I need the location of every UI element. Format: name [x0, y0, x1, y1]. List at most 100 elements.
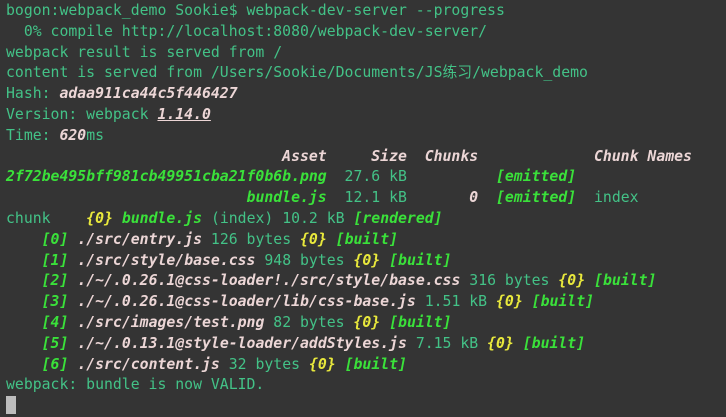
text-segment: adaa911ca44c5f446427	[59, 85, 237, 102]
text-segment: 7.15 kB	[407, 335, 487, 352]
text-segment: [2]	[42, 272, 69, 289]
terminal-output: bogon:webpack_demo Sookie$ webpack-dev-s…	[6, 1, 726, 417]
text-segment: [built]	[532, 293, 594, 310]
hash-line: Hash: adaa911ca44c5f446427	[6, 84, 726, 105]
text-segment: 12.1 kB	[327, 189, 470, 206]
text-segment: ./src/content.js	[77, 356, 220, 373]
table-header-line: Asset Size Chunks Chunk Names	[6, 147, 726, 168]
text-segment: [built]	[389, 252, 451, 269]
text-segment	[6, 293, 42, 310]
text-segment: ./src/images/test.png	[77, 314, 264, 331]
text-segment: [6]	[42, 356, 69, 373]
asset-row-bundle: bundle.js 12.1 kB 0 [emitted] index	[6, 188, 726, 209]
text-segment	[380, 252, 389, 269]
text-segment	[68, 314, 77, 331]
text-segment: webpack: bundle is now VALID.	[6, 376, 264, 393]
module-row-6: [6] ./src/content.js 32 bytes {0} [built…	[6, 355, 726, 376]
text-segment: {0}	[86, 210, 113, 227]
content-served-line: content is served from /Users/Sookie/Doc…	[6, 63, 726, 84]
text-segment	[478, 189, 496, 206]
prompt-command-line: bogon:webpack_demo Sookie$ webpack-dev-s…	[6, 1, 726, 22]
text-segment	[6, 189, 247, 206]
module-row-2: [2] ./~/.0.26.1@css-loader!./src/style/b…	[6, 271, 726, 292]
text-segment: [built]	[336, 231, 398, 248]
block-cursor	[6, 396, 16, 414]
text-segment: [1]	[42, 252, 69, 269]
asset-row-png: 2f72be495bff981cb49951cba21f0b6b.png 27.…	[6, 167, 726, 188]
text-segment	[68, 231, 77, 248]
version-line: Version: webpack 1.14.0	[6, 105, 726, 126]
module-row-3: [3] ./~/.0.26.1@css-loader/lib/css-base.…	[6, 292, 726, 313]
progress-line: 0% compile http://localhost:8080/webpack…	[6, 22, 726, 43]
text-segment: ./src/style/base.css	[77, 252, 255, 269]
text-segment	[68, 335, 77, 352]
text-segment	[6, 272, 42, 289]
text-segment: [built]	[345, 356, 407, 373]
text-segment: ./src/entry.js	[77, 231, 202, 248]
text-segment: [emitted]	[496, 168, 576, 185]
text-segment: {0}	[496, 293, 523, 310]
text-segment: {0}	[487, 335, 514, 352]
cursor-line	[6, 396, 726, 417]
text-segment: bundle.js	[247, 189, 327, 206]
text-segment	[6, 356, 42, 373]
text-segment: content is served from /Users/Sookie/Doc…	[6, 64, 588, 81]
text-segment	[68, 252, 77, 269]
module-row-0: [0] ./src/entry.js 126 bytes {0} [built]	[6, 230, 726, 251]
text-segment	[68, 272, 77, 289]
text-segment: 32 bytes	[220, 356, 309, 373]
text-segment: 948 bytes	[255, 252, 353, 269]
text-segment: Hash:	[6, 85, 59, 102]
chunk-line: chunk {0} bundle.js (index) 10.2 kB [ren…	[6, 209, 726, 230]
text-segment: {0}	[558, 272, 585, 289]
text-segment: ./~/.0.26.1@css-loader!./src/style/base.…	[77, 272, 460, 289]
text-segment: [rendered]	[353, 210, 442, 227]
text-segment	[514, 335, 523, 352]
text-segment: index	[576, 189, 638, 206]
text-segment	[327, 231, 336, 248]
text-segment	[380, 314, 389, 331]
text-segment	[336, 356, 345, 373]
text-segment	[6, 231, 42, 248]
text-segment	[68, 293, 77, 310]
text-segment: (index) 10.2 kB	[202, 210, 353, 227]
module-row-5: [5] ./~/.0.13.1@style-loader/addStyles.j…	[6, 334, 726, 355]
text-segment: chunk	[6, 210, 86, 227]
text-segment: webpack result is served from /	[6, 44, 282, 61]
text-segment: 2f72be495bff981cb49951cba21f0b6b.png	[6, 168, 327, 185]
module-row-1: [1] ./src/style/base.css 948 bytes {0} […	[6, 251, 726, 272]
text-segment: 316 bytes	[460, 272, 558, 289]
text-segment: 620	[59, 127, 86, 144]
valid-status-line: webpack: bundle is now VALID.	[6, 375, 726, 396]
text-segment	[68, 356, 77, 373]
result-served-line: webpack result is served from /	[6, 43, 726, 64]
text-segment: 1.14.0	[157, 106, 210, 123]
text-segment: {0}	[300, 231, 327, 248]
text-segment: 126 bytes	[202, 231, 300, 248]
text-segment: 0% compile http://localhost:8080/webpack…	[6, 23, 487, 40]
text-segment: [4]	[42, 314, 69, 331]
text-segment: ./~/.0.26.1@css-loader/lib/css-base.js	[77, 293, 416, 310]
module-row-4: [4] ./src/images/test.png 82 bytes {0} […	[6, 313, 726, 334]
terminal-window[interactable]: bogon:webpack_demo Sookie$ webpack-dev-s…	[0, 0, 726, 417]
text-segment: 0	[469, 189, 478, 206]
text-segment: [built]	[594, 272, 656, 289]
text-segment: [5]	[42, 335, 69, 352]
text-segment: {0}	[353, 252, 380, 269]
text-segment: bogon:webpack_demo Sookie$ webpack-dev-s…	[6, 2, 505, 19]
text-segment: Asset Size Chunks Chunk Names	[6, 148, 692, 165]
text-segment: bundle.js	[122, 210, 202, 227]
text-segment: [built]	[523, 335, 585, 352]
text-segment: 1.51 kB	[416, 293, 496, 310]
text-segment: {0}	[309, 356, 336, 373]
text-segment	[6, 314, 42, 331]
text-segment: [built]	[389, 314, 451, 331]
text-segment: [0]	[42, 231, 69, 248]
text-segment: Version: webpack	[6, 106, 157, 123]
text-segment: Time:	[6, 127, 59, 144]
text-segment: ./~/.0.13.1@style-loader/addStyles.js	[77, 335, 407, 352]
text-segment: ms	[86, 127, 104, 144]
text-segment	[113, 210, 122, 227]
text-segment	[6, 335, 42, 352]
text-segment	[523, 293, 532, 310]
